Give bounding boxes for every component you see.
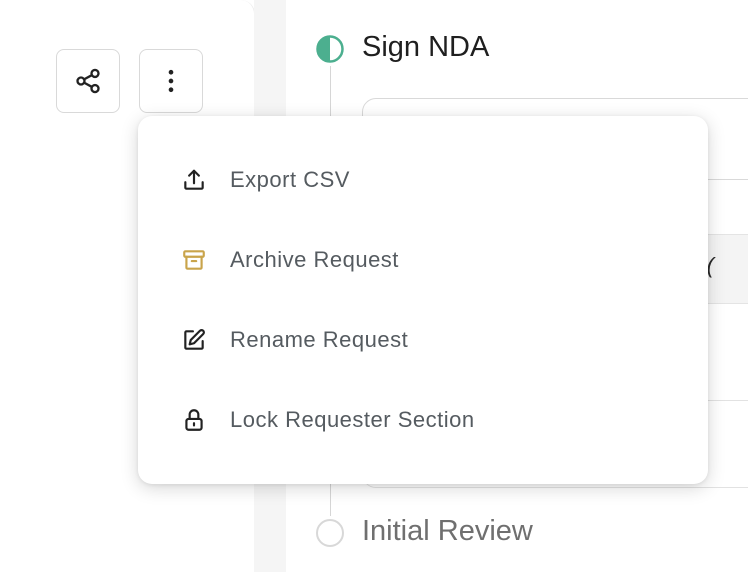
menu-item-label: Lock Requester Section xyxy=(230,407,475,432)
menu-item-archive-request[interactable]: Archive Request xyxy=(138,220,708,300)
share-icon xyxy=(74,67,102,95)
menu-item-label: Export CSV xyxy=(230,167,350,192)
edit-icon xyxy=(180,326,208,354)
step-title: Initial Review xyxy=(362,515,533,547)
lock-icon xyxy=(180,406,208,434)
more-vertical-icon xyxy=(157,67,185,95)
status-pending-icon xyxy=(316,519,344,547)
app-window: Sign NDA gn ( Initial Review Export CSV xyxy=(0,0,748,572)
options-dropdown-menu: Export CSV Archive Request Rename Reques… xyxy=(138,116,708,484)
export-icon xyxy=(180,166,208,194)
menu-item-rename-request[interactable]: Rename Request xyxy=(138,300,708,380)
menu-item-label: Rename Request xyxy=(230,327,409,352)
step-title: Sign NDA xyxy=(362,31,490,63)
menu-item-lock-requester-section[interactable]: Lock Requester Section xyxy=(138,380,708,460)
status-in-progress-icon xyxy=(316,35,344,63)
menu-item-export-csv[interactable]: Export CSV xyxy=(138,140,708,220)
menu-item-label: Archive Request xyxy=(230,247,399,272)
archive-icon xyxy=(180,246,208,274)
more-options-button[interactable] xyxy=(139,49,203,113)
share-button[interactable] xyxy=(56,49,120,113)
